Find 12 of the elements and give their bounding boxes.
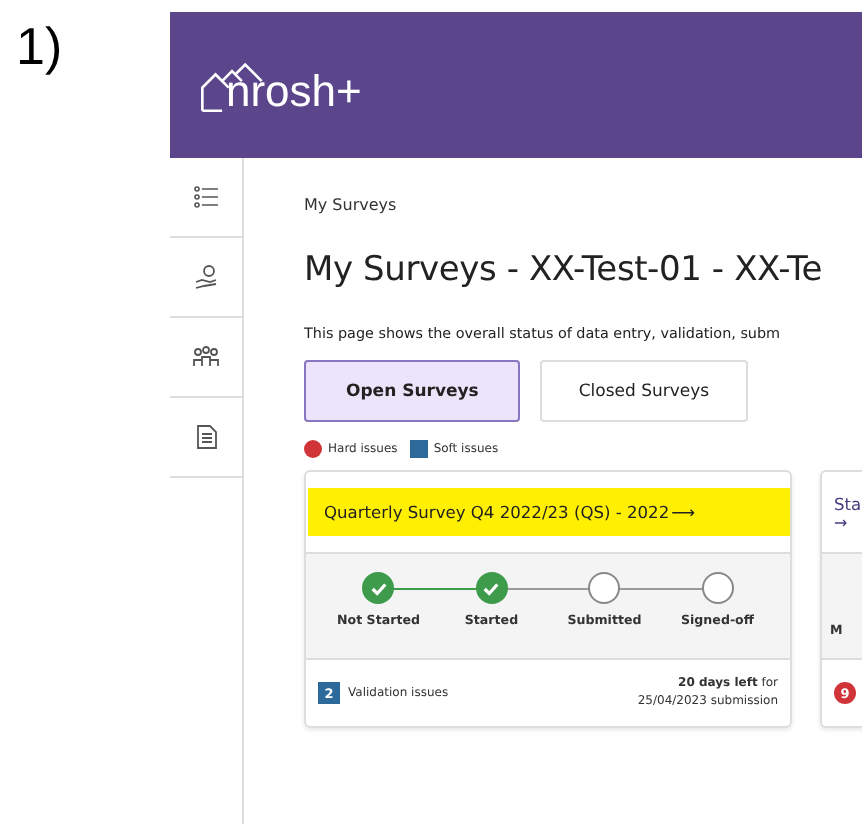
survey-tab[interactable]: Closed Surveys	[540, 360, 748, 422]
figure-label: 1)	[16, 16, 63, 78]
page-title: My Surveys - XX-Test-01 - XX-Te	[304, 250, 825, 290]
document-icon	[195, 424, 217, 450]
list-icon	[193, 186, 219, 208]
survey-link[interactable]: Quarterly Survey Q4 2022/23 (QS) - 2022⟶	[308, 488, 790, 536]
breadcrumb[interactable]: My Surveys	[304, 196, 862, 214]
survey-tab[interactable]: Open Surveys	[304, 360, 521, 422]
logo-text: nrosh+	[226, 69, 362, 113]
survey-link[interactable]: Sta	[834, 493, 862, 513]
arrow-text: →	[834, 513, 848, 531]
people-icon	[192, 346, 220, 368]
